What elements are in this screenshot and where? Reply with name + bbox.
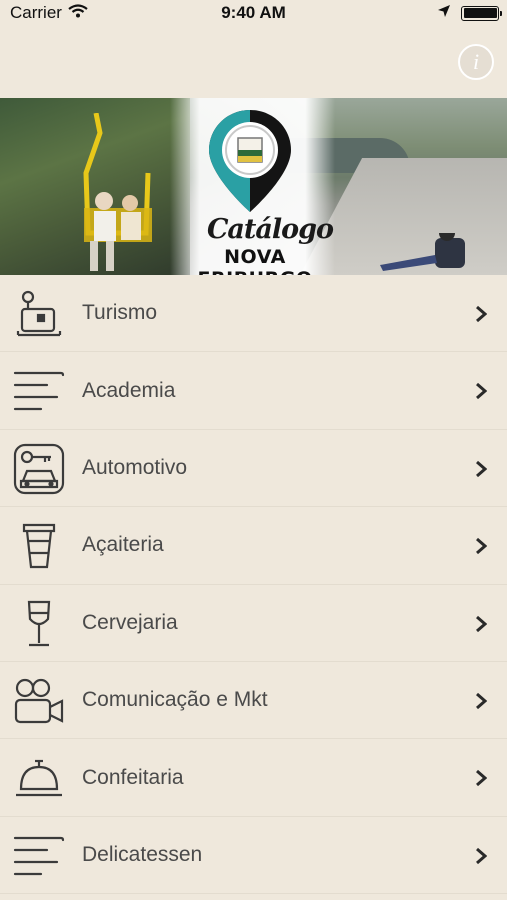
video-camera-icon xyxy=(12,674,66,728)
chevron-right-icon xyxy=(476,460,487,477)
chairlift-image xyxy=(83,113,152,271)
menu-item-acaiteria[interactable]: Açaiteria xyxy=(0,507,507,585)
menu-item-label: Delicatessen xyxy=(82,842,203,866)
lines-icon xyxy=(12,364,66,418)
location-arrow-icon xyxy=(437,3,451,23)
header-banner: Catálogo NOVA FRIBURGO xyxy=(0,98,507,275)
service-bell-icon xyxy=(12,751,66,805)
cup-icon xyxy=(12,519,66,573)
menu-item-confeitaria[interactable]: Confeitaria xyxy=(0,739,507,817)
people-image xyxy=(380,233,465,271)
lines-icon xyxy=(12,829,66,883)
menu-item-label: Confeitaria xyxy=(82,765,184,789)
map-pin-logo-icon xyxy=(209,110,291,212)
menu-item-cervejaria[interactable]: Cervejaria xyxy=(0,585,507,662)
wine-glass-icon xyxy=(12,597,66,651)
menu-item-label: Comunicação e Mkt xyxy=(82,688,268,712)
info-icon: i xyxy=(472,49,480,74)
status-right xyxy=(437,3,502,23)
chevron-right-icon xyxy=(476,692,487,710)
status-bar: Carrier 9:40 AM xyxy=(0,0,507,26)
status-left: Carrier xyxy=(10,3,88,23)
menu-item-automotivo[interactable]: Automotivo xyxy=(0,430,507,508)
carrier-label: Carrier xyxy=(10,3,62,22)
menu-item-label: Automotivo xyxy=(82,455,188,479)
chevron-right-icon xyxy=(476,538,487,555)
menu-item-label: Cervejaria xyxy=(82,610,178,634)
brand-title-text: NOVA FRIBURGO xyxy=(198,246,312,275)
nav-bar: i xyxy=(0,26,507,98)
luggage-icon xyxy=(12,287,66,341)
menu-item-turismo[interactable]: Turismo xyxy=(0,275,507,353)
menu-item-academia[interactable]: Academia xyxy=(0,352,507,430)
brand-script-text: Catálogo xyxy=(206,214,334,245)
category-list: Turismo Academia Automotivo Açaiteria Ce… xyxy=(0,275,507,895)
menu-item-label: Turismo xyxy=(82,301,158,325)
menu-item-comunicacao[interactable]: Comunicação e Mkt xyxy=(0,662,507,740)
chevron-right-icon xyxy=(476,770,487,787)
menu-item-label: Academia xyxy=(82,378,176,402)
car-key-icon xyxy=(12,442,66,496)
wifi-icon xyxy=(68,3,88,23)
menu-item-label: Açaiteria xyxy=(82,533,164,557)
info-button[interactable]: i xyxy=(458,44,494,80)
chevron-right-icon xyxy=(476,383,487,400)
chevron-right-icon xyxy=(476,847,487,864)
chevron-right-icon xyxy=(476,305,487,323)
chevron-right-icon xyxy=(476,615,487,632)
battery-icon xyxy=(461,5,502,21)
menu-item-delicatessen[interactable]: Delicatessen xyxy=(0,817,507,895)
